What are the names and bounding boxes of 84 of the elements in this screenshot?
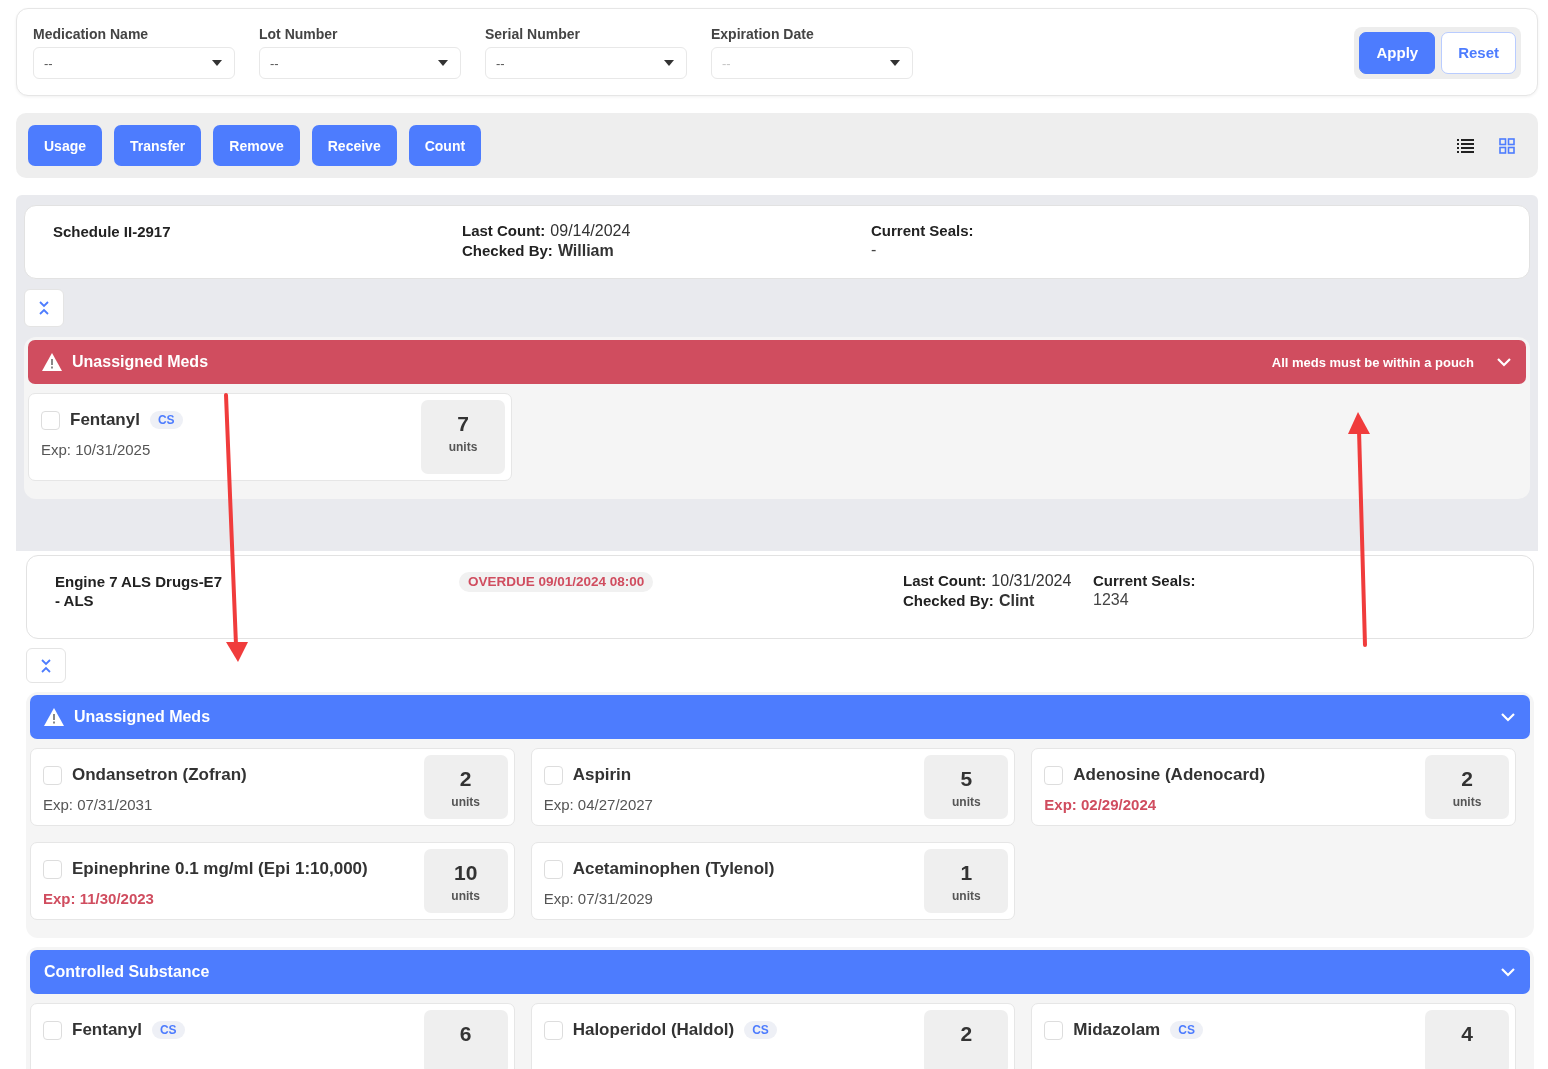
seals-label: Current Seals: <box>1093 572 1197 589</box>
quantity-number: 6 <box>459 1022 472 1046</box>
group-header[interactable]: Unassigned Meds All meds must be within a pouch <box>28 340 1526 384</box>
checkbox[interactable] <box>1044 765 1064 785</box>
med-name: Epinephrine 0.1 mg/ml (Epi 1:10,000) <box>72 859 368 879</box>
expiry-text: Exp: 07/31/2031 <box>43 796 154 813</box>
action-button[interactable]: Count <box>408 125 482 166</box>
quantity-number: 1 <box>960 861 973 885</box>
checkbox[interactable] <box>43 765 62 785</box>
last-count-text: Last Count: 10/31/2024 <box>903 572 1073 590</box>
filter-select[interactable]: -- <box>259 47 461 79</box>
section-title: Engine 7 ALS Drugs-E7 - ALS <box>55 572 223 611</box>
checkbox[interactable] <box>543 859 563 879</box>
group-header[interactable]: Unassigned Meds <box>30 695 1530 739</box>
filter-label: Expiration Date <box>711 26 815 42</box>
unit-label: units <box>1452 795 1482 809</box>
med-name: Fentanyl <box>70 410 140 430</box>
checkbox[interactable] <box>41 410 60 430</box>
unit-label: units <box>451 795 480 809</box>
expiry-text: Exp: 10/31/2025 <box>41 441 152 458</box>
med-name: Ondansetron (Zofran) <box>72 765 247 785</box>
checkbox[interactable] <box>543 765 563 785</box>
expiry-text: Exp: 07/31/2029 <box>543 890 654 907</box>
action-button[interactable]: Remove <box>213 125 300 166</box>
unit-label: units <box>952 889 981 903</box>
cs-badge: CS <box>744 1021 777 1039</box>
checked-by-text: Checked By: William <box>462 242 615 260</box>
chevron-icon <box>1500 967 1516 977</box>
filter-label: Medication Name <box>33 26 150 42</box>
quantity-number: 10 <box>453 861 478 885</box>
grid-icon <box>1499 137 1515 154</box>
seals-value: - <box>871 241 878 259</box>
med-name: Midazolam <box>1073 1020 1161 1040</box>
section-title: Schedule II-2917 <box>53 222 172 242</box>
med-name: Fentanyl <box>72 1020 142 1040</box>
quantity-number: 7 <box>457 412 469 436</box>
filter-label: Serial Number <box>485 26 581 42</box>
collapse-button[interactable] <box>26 648 66 683</box>
quantity-number: 5 <box>960 767 973 791</box>
quantity-number: 2 <box>1461 767 1473 791</box>
checkbox[interactable] <box>1044 1020 1064 1040</box>
chevron-icon <box>1500 712 1516 722</box>
collapse-button[interactable] <box>24 289 64 327</box>
chevron-icon <box>1496 357 1512 367</box>
seals-value: 1234 <box>1093 591 1130 609</box>
collapse-icon <box>39 301 49 315</box>
overdue-badge: OVERDUE 09/01/2024 08:00 <box>459 572 654 592</box>
filter-select[interactable]: -- <box>33 47 235 79</box>
quantity-number: 2 <box>459 767 472 791</box>
unit-label: units <box>952 795 981 809</box>
checkbox[interactable] <box>43 1020 62 1040</box>
caret-icon <box>890 60 900 66</box>
action-button[interactable]: Usage <box>28 125 103 166</box>
med-name: Aspirin <box>572 765 632 785</box>
cs-badge: CS <box>1170 1021 1203 1039</box>
action-button[interactable]: Receive <box>311 125 397 166</box>
caret-icon <box>664 60 674 66</box>
checkbox[interactable] <box>43 859 62 879</box>
cs-badge: CS <box>149 411 183 429</box>
action-button[interactable]: Transfer <box>114 125 202 166</box>
group-header[interactable]: Controlled Substance <box>30 950 1530 994</box>
med-name: Haloperidol (Haldol) <box>572 1020 735 1040</box>
expiry-text: Exp: 11/30/2023 <box>43 890 155 907</box>
med-name: Acetaminophen (Tylenol) <box>572 859 775 879</box>
unit-label: units <box>451 889 480 903</box>
caret-icon <box>438 60 448 66</box>
quantity-number: 2 <box>960 1022 973 1046</box>
checked-by-text: Checked By: Clint <box>903 592 1036 610</box>
caret-icon <box>212 60 222 66</box>
filter-label: Lot Number <box>259 26 339 42</box>
seals-label: Current Seals: <box>871 222 975 239</box>
collapse-icon <box>41 658 51 673</box>
expiry-text: Exp: 02/29/2024 <box>1044 796 1158 813</box>
apply-button[interactable]: Apply <box>1359 31 1436 74</box>
checkbox[interactable] <box>543 1020 563 1040</box>
list-icon <box>1456 138 1474 153</box>
quantity-number: 4 <box>1461 1022 1473 1046</box>
cs-badge: CS <box>151 1021 185 1039</box>
filter-select[interactable]: -- <box>485 47 687 79</box>
reset-button[interactable]: Reset <box>1441 31 1516 74</box>
last-count-text: Last Count: 09/14/2024 <box>462 222 632 240</box>
med-name: Adenosine (Adenocard) <box>1073 765 1266 785</box>
expiry-text: Exp: 04/27/2027 <box>543 796 654 813</box>
unit-label: units <box>448 440 478 454</box>
